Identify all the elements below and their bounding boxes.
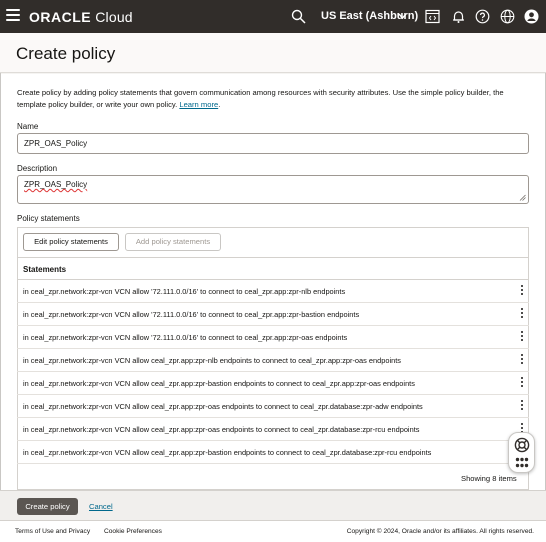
table-row: in ceal_zpr.network:zpr-vcn VCN allow ce…: [17, 395, 529, 418]
learn-more-link[interactable]: Learn more: [179, 100, 218, 109]
chevron-down-icon[interactable]: [398, 12, 407, 20]
statements-column-header[interactable]: Statements: [17, 257, 529, 280]
create-policy-button[interactable]: Create policy: [17, 498, 78, 515]
language-icon[interactable]: [500, 9, 515, 24]
statement-text: in ceal_zpr.network:zpr-vcn VCN allow ce…: [23, 402, 423, 411]
table-row: in ceal_zpr.network:zpr-vcn VCN allow ce…: [17, 418, 529, 441]
cancel-link[interactable]: Cancel: [89, 502, 113, 511]
table-row: in ceal_zpr.network:zpr-vcn VCN allow '7…: [17, 326, 529, 349]
name-input[interactable]: ZPR_OAS_Policy: [17, 133, 529, 154]
row-actions-icon[interactable]: [520, 285, 524, 297]
table-row: in ceal_zpr.network:zpr-vcn VCN allow ce…: [17, 372, 529, 395]
terms-link[interactable]: Terms of Use and Privacy: [15, 528, 90, 535]
lifebuoy-icon: [514, 437, 530, 453]
column-header-label: Statements: [23, 265, 67, 274]
table-row: in ceal_zpr.network:zpr-vcn VCN allow '7…: [17, 280, 529, 303]
name-label: Name: [17, 122, 39, 131]
statement-text: in ceal_zpr.network:zpr-vcn VCN allow ce…: [23, 448, 432, 457]
row-actions-icon[interactable]: [520, 331, 524, 343]
statement-text: in ceal_zpr.network:zpr-vcn VCN allow ce…: [23, 356, 401, 365]
statement-text: in ceal_zpr.network:zpr-vcn VCN allow ce…: [23, 379, 415, 388]
table-row: in ceal_zpr.network:zpr-vcn VCN allow '7…: [17, 303, 529, 326]
menu-icon[interactable]: [6, 9, 20, 23]
code-editor-icon[interactable]: [425, 9, 440, 24]
description-label: Description: [17, 164, 58, 173]
add-policy-statements-button: Add policy statements: [125, 233, 221, 251]
statement-text: in ceal_zpr.network:zpr-vcn VCN allow ce…: [23, 425, 420, 434]
item-count: Showing 8 items: [461, 474, 517, 483]
form-actions-bar: [0, 490, 546, 520]
row-actions-icon[interactable]: [520, 400, 524, 412]
description-text: ZPR_OAS_Policy: [24, 180, 88, 189]
help-icon[interactable]: [475, 9, 490, 24]
apps-grid-icon: [515, 457, 529, 468]
search-icon[interactable]: [291, 9, 306, 24]
cookie-preferences-link[interactable]: Cookie Preferences: [104, 528, 162, 535]
row-actions-icon[interactable]: [520, 354, 524, 366]
profile-icon[interactable]: [524, 9, 539, 24]
oracle-cloud-logo[interactable]: ORACLE Cloud: [29, 9, 133, 25]
description-textarea[interactable]: ZPR_OAS_Policy: [17, 175, 529, 204]
statement-text: in ceal_zpr.network:zpr-vcn VCN allow '7…: [23, 333, 348, 342]
top-navigation-bar: ORACLE Cloud US East (Ashburn): [0, 0, 546, 33]
page-title: Create policy: [16, 44, 116, 63]
row-actions-icon[interactable]: [520, 308, 524, 320]
resize-handle-icon[interactable]: [519, 194, 526, 201]
row-actions-icon[interactable]: [520, 377, 524, 389]
policy-statements-label: Policy statements: [17, 214, 80, 223]
table-row: in ceal_zpr.network:zpr-vcn VCN allow ce…: [17, 441, 529, 464]
statement-text: in ceal_zpr.network:zpr-vcn VCN allow '7…: [23, 287, 346, 296]
edit-policy-statements-button[interactable]: Edit policy statements: [23, 233, 119, 251]
notifications-icon[interactable]: [451, 9, 466, 24]
copyright-text: Copyright © 2024, Oracle and/or its affi…: [346, 528, 534, 535]
statement-text: in ceal_zpr.network:zpr-vcn VCN allow '7…: [23, 310, 360, 319]
help-widget[interactable]: [508, 432, 535, 473]
intro-text: Create policy by adding policy statement…: [17, 88, 504, 109]
table-row: in ceal_zpr.network:zpr-vcn VCN allow ce…: [17, 349, 529, 372]
